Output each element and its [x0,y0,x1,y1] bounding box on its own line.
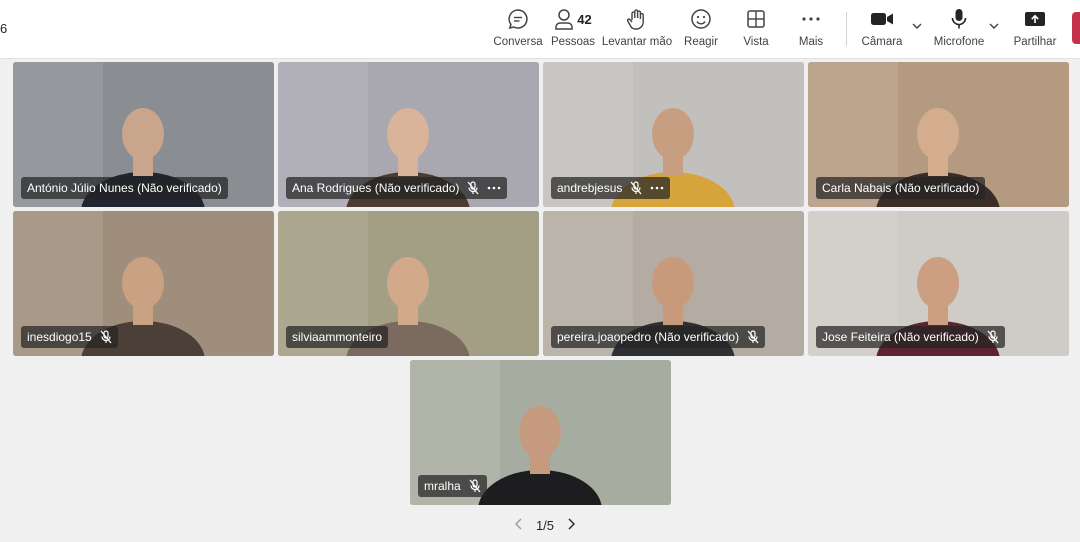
camera-button[interactable]: Câmara [862,6,902,54]
video-tile[interactable]: Jose Feiteira (Não verificado) [808,211,1069,356]
mic-muted-icon [630,181,642,195]
toolbar-divider [846,12,847,46]
share-label: Partilhar [1013,36,1057,48]
participant-more-options-icon[interactable] [650,186,664,190]
participant-name-tag: António Júlio Nunes (Não verificado) [21,177,228,199]
people-icon-wrap: 42 [554,6,592,32]
more-button[interactable]: Mais [796,6,826,54]
participant-name-tag: pereira.joaopedro (Não verificado) [551,326,766,348]
participant-name-tag: Jose Feiteira (Não verificado) [816,326,1005,348]
gallery-pagination: 1/5 [505,514,585,536]
video-tile[interactable]: pereira.joaopedro (Não verificado) [543,211,804,356]
participant-name: pereira.joaopedro (Não verificado) [557,330,740,344]
video-tile[interactable]: inesdiogo15 [13,211,274,356]
view-button[interactable]: Vista [740,6,772,54]
mic-muted-icon [467,181,479,195]
more-label: Mais [798,36,824,48]
participant-name: António Júlio Nunes (Não verificado) [27,181,222,195]
microphone-options-chevron-icon[interactable] [988,19,1000,37]
video-tile[interactable]: António Júlio Nunes (Não verificado) [13,62,274,207]
mic-muted-icon [100,330,112,344]
microphone-label: Microfone [933,36,985,48]
mic-muted-icon [747,330,759,344]
share-icon [1024,6,1046,32]
participant-name: Jose Feiteira (Não verificado) [822,330,979,344]
participant-name: mralha [424,479,461,493]
participant-name: silviaammonteiro [292,330,383,344]
camera-label: Câmara [861,36,903,48]
chat-label: Conversa [493,36,543,48]
mic-muted-icon [469,479,481,493]
participant-name: andrebjesus [557,181,623,195]
people-label: Pessoas [550,36,596,48]
camera-options-chevron-icon[interactable] [911,19,923,37]
participant-name: inesdiogo15 [27,330,92,344]
people-button[interactable]: 42 Pessoas [550,6,596,54]
more-dots-icon [801,6,821,32]
video-tile[interactable]: Ana Rodrigues (Não verificado) [278,62,539,207]
microphone-button[interactable]: Microfone [932,6,986,54]
participant-name-tag: andrebjesus [551,177,671,199]
participant-name-tag: Carla Nabais (Não verificado) [816,177,986,199]
react-label: Reagir [684,36,718,48]
people-count: 42 [577,11,592,27]
grid-view-icon [746,6,766,32]
microphone-icon [950,6,968,32]
video-tile-active-speaker[interactable]: silviaammonteiro [278,211,539,356]
smiley-icon [690,6,712,32]
video-tile[interactable]: Carla Nabais (Não verificado) [808,62,1069,207]
participant-name-tag: inesdiogo15 [21,326,118,348]
chat-icon [507,6,529,32]
leave-button[interactable] [1072,12,1080,44]
previous-page-chevron-icon[interactable] [514,518,524,533]
meeting-timer: 6 [0,21,8,36]
react-button[interactable]: Reagir [683,6,719,54]
people-icon [555,9,574,30]
participant-name-tag: Ana Rodrigues (Não verificado) [286,177,508,199]
participant-more-options-icon[interactable] [487,186,501,190]
camera-icon [870,6,894,32]
share-button[interactable]: Partilhar [1012,6,1058,54]
participant-name-tag: silviaammonteiro [286,326,389,348]
meeting-toolbar: 6 Conversa 42 Pessoas Levantar mão Reagi… [0,0,1080,59]
page-indicator: 1/5 [535,517,555,533]
participant-name: Ana Rodrigues (Não verificado) [292,181,460,195]
video-tile[interactable]: mralha [410,360,671,505]
next-page-chevron-icon[interactable] [566,518,576,533]
video-tile[interactable]: andrebjesus [543,62,804,207]
raise-hand-button[interactable]: Levantar mão [601,6,673,54]
view-label: Vista [743,36,769,48]
mic-muted-icon [987,330,999,344]
participant-name: Carla Nabais (Não verificado) [822,181,980,195]
chat-button[interactable]: Conversa [493,6,543,54]
hand-icon [627,6,647,32]
participant-name-tag: mralha [418,475,487,497]
raise-hand-label: Levantar mão [601,36,673,48]
